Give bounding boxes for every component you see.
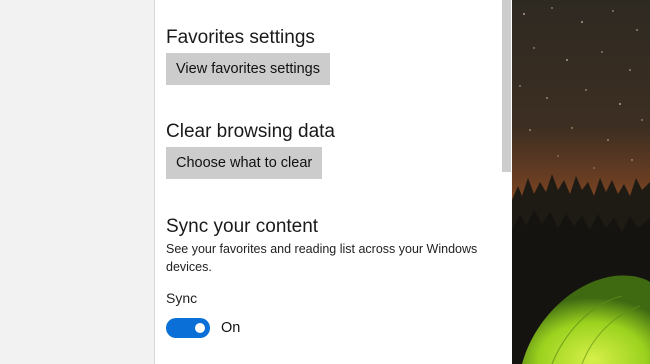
wallpaper-image	[512, 0, 650, 364]
desktop-wallpaper	[512, 0, 650, 364]
screen: Favorites settings View favorites settin…	[0, 0, 650, 364]
page-content-area	[0, 0, 154, 364]
sync-description: See your favorites and reading list acro…	[166, 242, 478, 274]
view-favorites-settings-button[interactable]: View favorites settings	[166, 53, 330, 85]
choose-what-to-clear-button[interactable]: Choose what to clear	[166, 147, 323, 179]
sync-toggle[interactable]	[166, 318, 210, 338]
sync-your-content-heading: Sync your content	[166, 216, 319, 237]
sync-label: Sync	[166, 290, 198, 306]
panel-scrollbar-thumb[interactable]	[502, 0, 511, 172]
clear-browsing-data-heading: Clear browsing data	[166, 121, 335, 142]
favorites-settings-heading: Favorites settings	[166, 27, 315, 48]
sync-toggle-state: On	[221, 320, 241, 336]
toggle-knob	[195, 323, 205, 333]
